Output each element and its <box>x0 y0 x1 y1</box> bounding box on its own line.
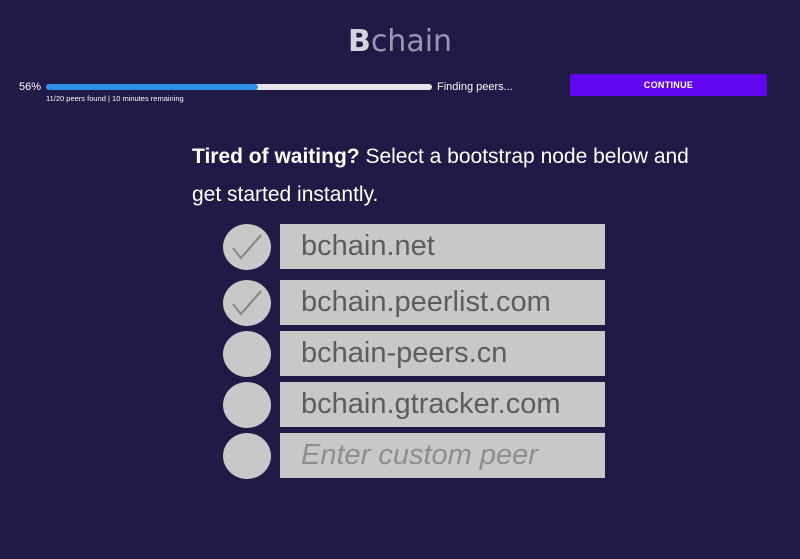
node-checkbox[interactable] <box>223 280 271 326</box>
node-label[interactable]: bchain.gtracker.com <box>280 382 605 427</box>
node-option: bchain.peerlist.com <box>223 280 605 326</box>
app-logo: Bchain <box>0 24 800 60</box>
logo-text: chain <box>370 24 453 59</box>
node-checkbox[interactable] <box>223 382 271 428</box>
custom-peer-row <box>223 433 605 479</box>
progress-fill <box>46 84 259 90</box>
node-label[interactable]: bchain.peerlist.com <box>280 280 605 325</box>
node-option: bchain.gtracker.com <box>223 382 605 428</box>
bootstrap-prompt: Tired of waiting? Select a bootstrap nod… <box>192 138 712 214</box>
status-text: Finding peers... <box>437 81 513 93</box>
prompt-emphasis: Tired of waiting? <box>192 145 360 168</box>
checkmark-icon <box>232 234 262 260</box>
continue-button[interactable]: CONTINUE <box>570 74 767 96</box>
node-option: bchain.net <box>223 224 605 270</box>
custom-peer-checkbox[interactable] <box>223 433 271 479</box>
node-checkbox[interactable] <box>223 331 271 377</box>
custom-peer-input[interactable] <box>280 433 605 478</box>
progress-detail: 11/20 peers found | 10 minutes remaining <box>46 94 184 103</box>
node-option: bchain-peers.cn <box>223 331 605 377</box>
progress-bar <box>46 84 432 90</box>
node-label[interactable]: bchain.net <box>280 224 605 269</box>
node-label[interactable]: bchain-peers.cn <box>280 331 605 376</box>
progress-percent: 56% <box>19 81 42 93</box>
checkmark-icon <box>232 290 262 316</box>
logo-letter: B <box>347 24 371 59</box>
node-checkbox[interactable] <box>223 224 271 270</box>
